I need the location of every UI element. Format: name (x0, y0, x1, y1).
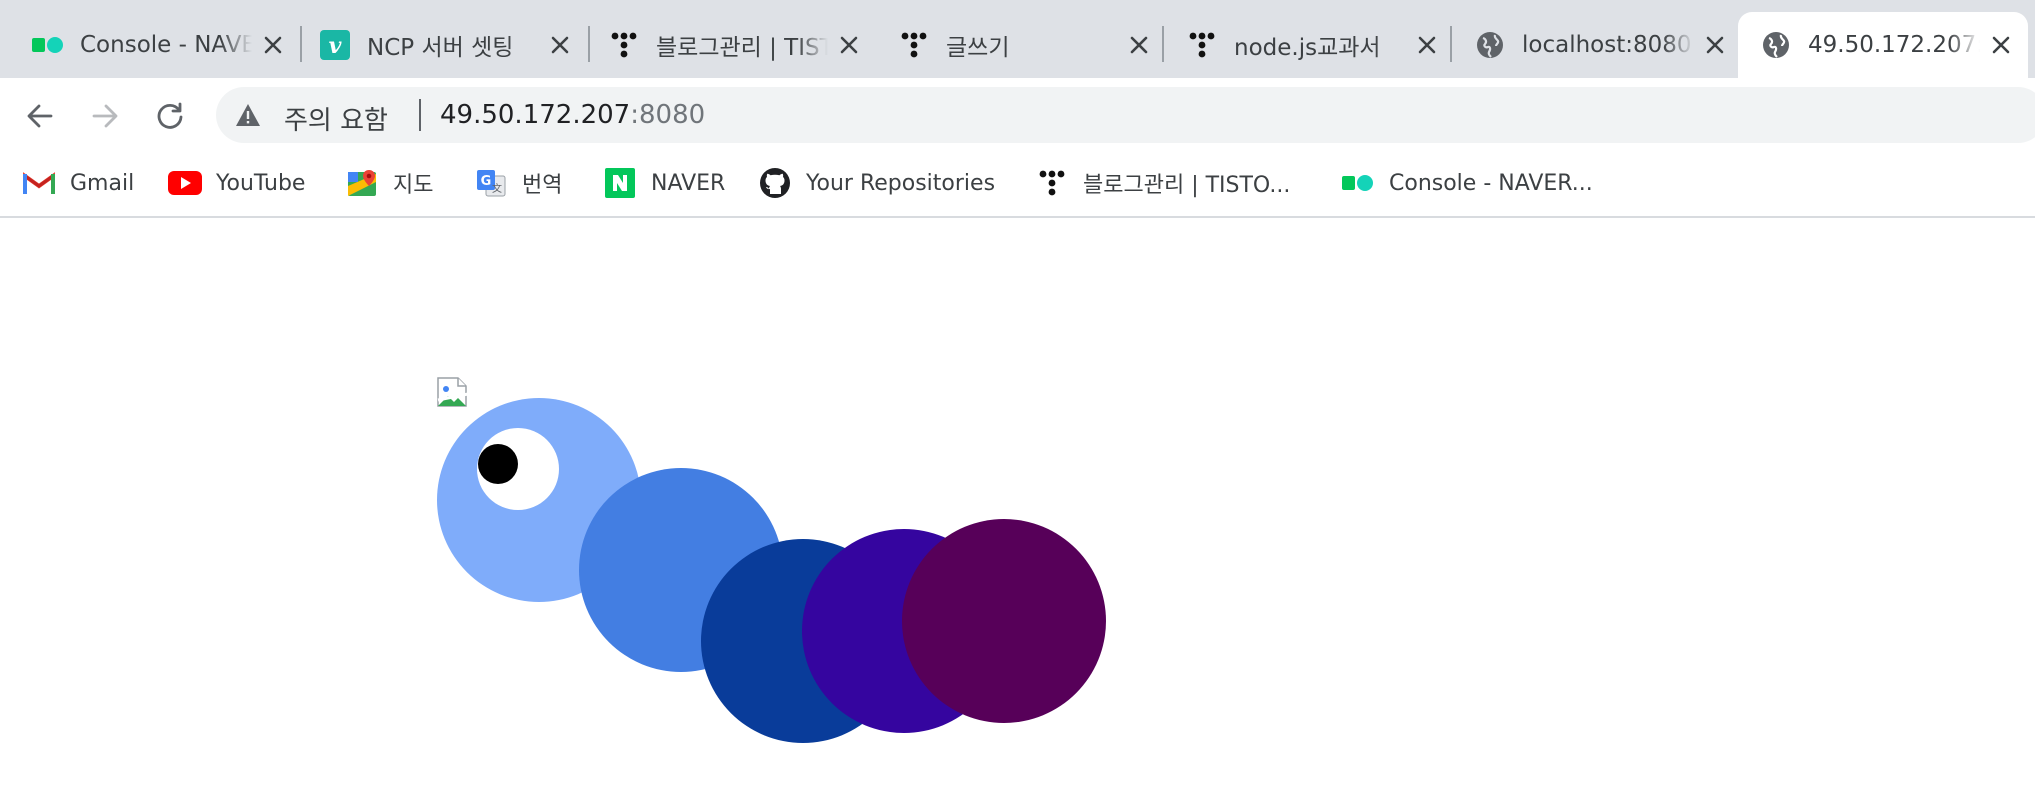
tab-title: 글쓰기 (946, 35, 1010, 61)
svg-text:文: 文 (492, 182, 502, 195)
bookmark-github[interactable]: Your Repositories (758, 165, 995, 201)
naver-cloud-icon (1341, 166, 1375, 200)
bookmark-gmail[interactable]: Gmail (22, 165, 134, 201)
bookmark-label: Gmail (70, 170, 135, 196)
bookmark-label: YouTube (216, 170, 306, 196)
bookmarks-bar: Gmail YouTube 지도 G文 번역 NAVER Your Reposi… (0, 152, 2035, 218)
toolbar: 주의 요함 49.50.172.207:8080 (0, 78, 2035, 152)
bookmark-label: NAVER (651, 170, 726, 196)
security-label[interactable]: 주의 요함 (284, 100, 388, 137)
caterpillar-pupil (478, 444, 518, 484)
vimeo-icon: v (319, 29, 351, 61)
tab-console-naver[interactable]: Console - NAVER Cloud Platform (10, 12, 300, 78)
tab-title: 블로그관리 | TISTORY (656, 35, 828, 61)
tab-strip: Console - NAVER Cloud Platform v NCP 서버 … (0, 0, 2035, 78)
globe-icon (1760, 29, 1792, 61)
globe-icon (1474, 29, 1506, 61)
bookmark-youtube[interactable]: YouTube (168, 165, 305, 201)
close-icon[interactable] (834, 30, 864, 60)
gmail-icon (22, 166, 56, 200)
url-text[interactable]: 49.50.172.207:8080 (440, 100, 705, 130)
close-icon[interactable] (1412, 30, 1442, 60)
back-button[interactable] (18, 94, 62, 138)
naver-icon (603, 166, 637, 200)
close-icon[interactable] (1700, 30, 1730, 60)
reload-button[interactable] (148, 94, 192, 138)
tab-active-page[interactable]: 49.50.172.207:8080 (1738, 12, 2028, 78)
bookmark-console-naver[interactable]: Console - NAVER... (1341, 165, 1593, 201)
close-icon[interactable] (1986, 30, 2016, 60)
tab-write-post[interactable]: 글쓰기 (876, 12, 1166, 78)
tab-title: Console - NAVER Cloud Platform (80, 32, 252, 58)
svg-text:G: G (481, 174, 492, 189)
bookmark-label: 지도 (393, 173, 434, 198)
bookmark-label: Your Repositories (806, 170, 996, 196)
tistory-icon (1186, 29, 1218, 61)
close-icon[interactable] (1124, 30, 1154, 60)
bookmark-naver[interactable]: NAVER (603, 165, 725, 201)
divider (419, 99, 421, 131)
tab-title: localhost:8080 (1522, 32, 1692, 58)
tistory-icon (898, 29, 930, 61)
tistory-icon (1035, 166, 1069, 200)
tab-title: node.js교과서 (1234, 35, 1381, 61)
bookmark-maps[interactable]: 지도 (345, 165, 433, 201)
tab-title: 49.50.172.207:8080 (1808, 32, 1980, 58)
bookmark-blog-admin[interactable]: 블로그관리 | TISTO... (1035, 165, 1290, 201)
url-port: :8080 (630, 100, 706, 130)
tistory-icon (608, 29, 640, 61)
page-content (0, 218, 2035, 806)
tab-localhost[interactable]: localhost:8080 (1452, 12, 1742, 78)
warning-icon[interactable] (234, 101, 262, 129)
bookmark-label: 블로그관리 | TISTO... (1083, 173, 1291, 198)
close-icon[interactable] (545, 30, 575, 60)
github-icon (758, 166, 792, 200)
tab-blog-admin[interactable]: 블로그관리 | TISTORY (586, 12, 876, 78)
close-icon[interactable] (258, 30, 288, 60)
tab-title: NCP 서버 셋팅 (367, 35, 514, 61)
forward-button[interactable] (83, 94, 127, 138)
broken-image-icon (437, 377, 469, 407)
tab-nodejs-book[interactable]: node.js교과서 (1164, 12, 1454, 78)
arrow-right-icon (92, 104, 118, 128)
bookmark-label: Console - NAVER... (1389, 170, 1593, 196)
youtube-icon (168, 166, 202, 200)
translate-icon: G文 (474, 166, 508, 200)
arrow-left-icon (27, 104, 53, 128)
maps-icon (345, 166, 379, 200)
tab-ncp-server[interactable]: v NCP 서버 셋팅 (297, 12, 587, 78)
bookmark-label: 번역 (522, 173, 563, 198)
url-host: 49.50.172.207 (440, 100, 631, 130)
caterpillar-segment-5 (902, 519, 1106, 723)
svg-text:v: v (329, 33, 342, 59)
bookmark-translate[interactable]: G文 번역 (474, 165, 562, 201)
reload-icon (157, 102, 183, 129)
address-bar[interactable]: 주의 요함 49.50.172.207:8080 (216, 87, 2035, 143)
naver-cloud-icon (32, 29, 64, 61)
